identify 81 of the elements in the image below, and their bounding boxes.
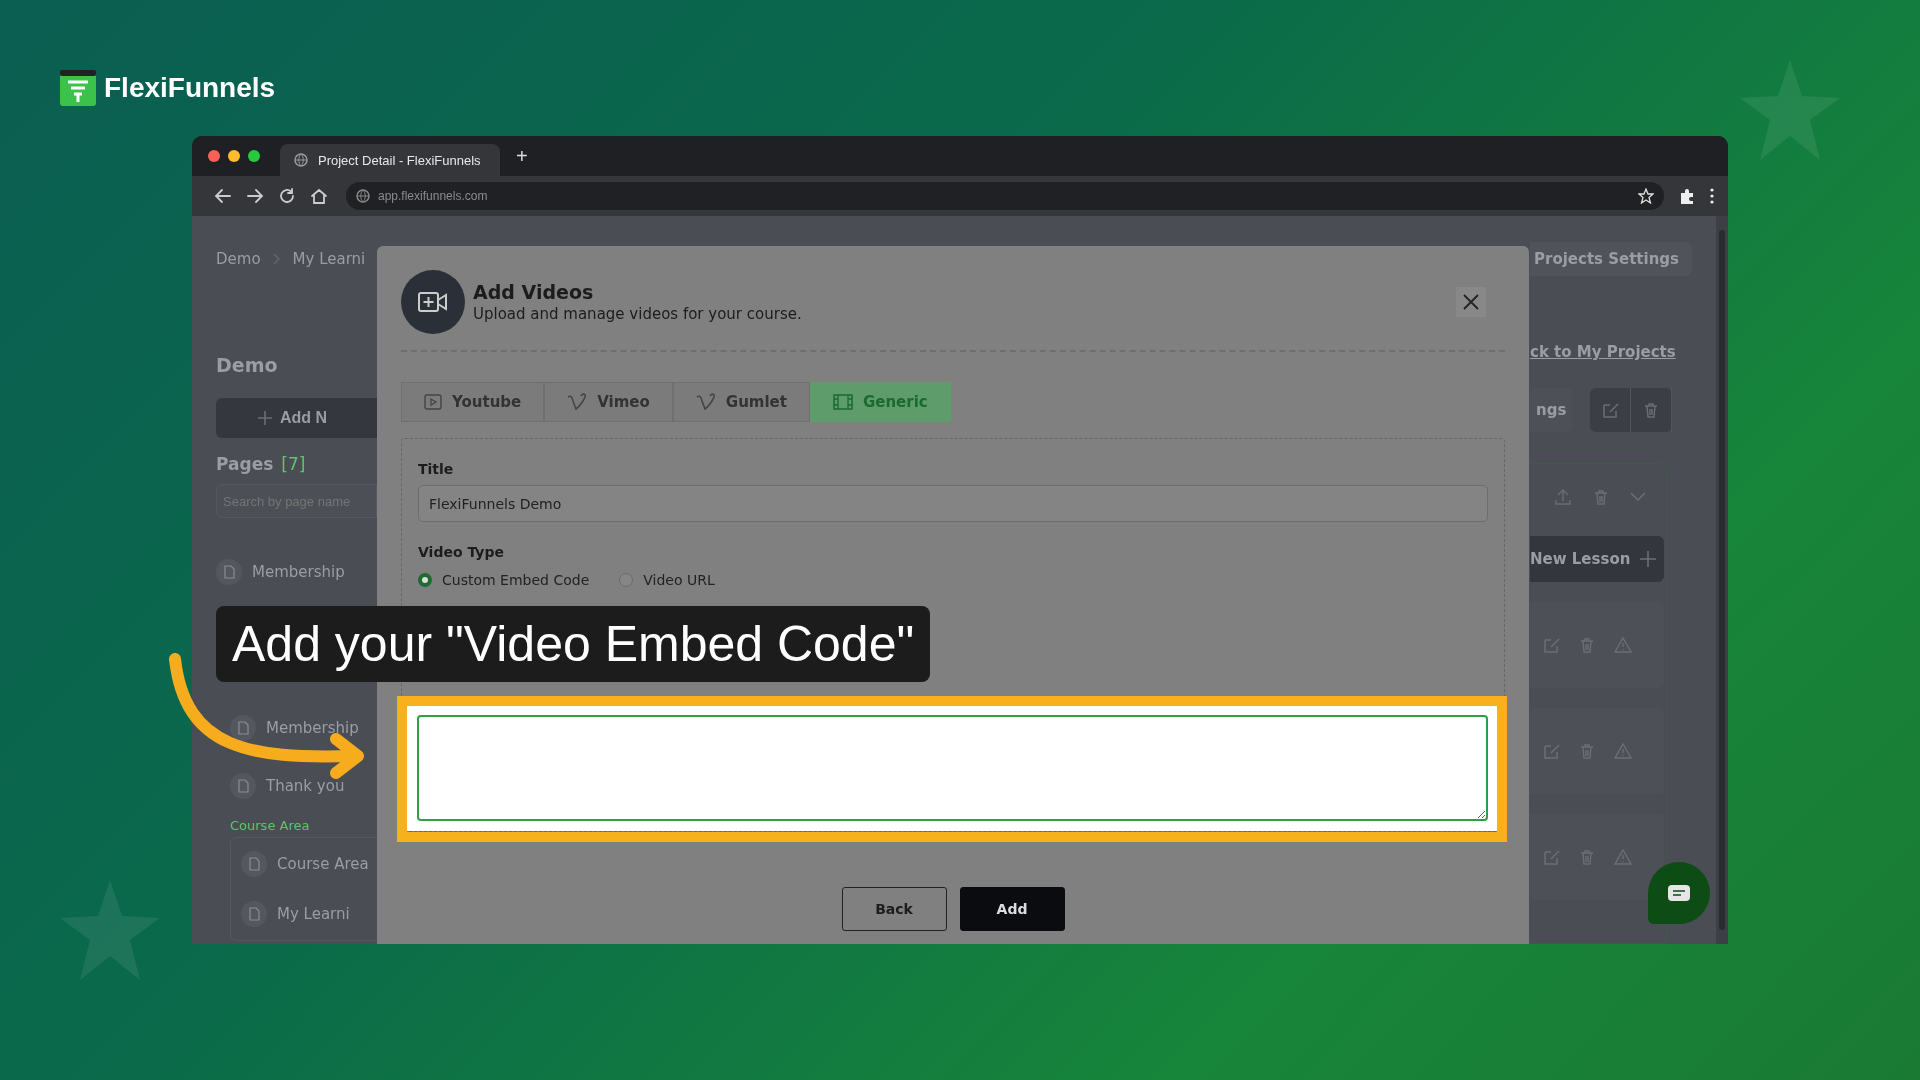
edit-icon[interactable] — [1542, 742, 1560, 760]
modal-subtitle: Upload and manage videos for your course. — [473, 305, 803, 323]
video-source-tab[interactable]: Generic — [809, 382, 951, 422]
minimize-dot[interactable] — [228, 150, 240, 162]
section-label: Course Area — [229, 818, 311, 833]
page-item[interactable]: Membership — [216, 708, 377, 748]
address-bar[interactable]: app.flexifunnels.com — [346, 182, 1664, 210]
chat-icon — [1668, 885, 1690, 901]
radio-option[interactable]: Video URL — [619, 572, 715, 588]
video-source-tab[interactable]: Vimeo — [544, 382, 673, 422]
film-icon — [832, 394, 853, 410]
reload-icon[interactable] — [278, 187, 296, 205]
trash-icon[interactable] — [1578, 636, 1596, 654]
url-text: app.flexifunnels.com — [378, 189, 489, 203]
add-button[interactable]: Add — [959, 887, 1065, 931]
new-tab-button[interactable]: + — [510, 143, 534, 169]
video-source-tab[interactable]: Youtube — [401, 382, 545, 422]
funnel-logo-icon — [58, 68, 98, 108]
puzzle-piece-icon[interactable] — [1678, 187, 1696, 205]
chevron-right-icon — [272, 253, 281, 265]
play-icon — [424, 394, 442, 410]
caption-banner: Add your "Video Embed Code" — [216, 606, 931, 682]
radio-button[interactable] — [619, 573, 634, 587]
maximize-dot[interactable] — [248, 150, 260, 162]
page-item[interactable]: Membership — [216, 552, 377, 592]
v-logo-icon — [567, 393, 588, 411]
page-icon — [246, 906, 262, 922]
brand-name: FlexiFunnels — [104, 72, 276, 104]
edit-icon[interactable] — [1542, 636, 1560, 654]
back-arrow-icon[interactable] — [214, 187, 232, 205]
trash-icon[interactable] — [1592, 488, 1610, 506]
settings-dropdown[interactable]: Projects Settings — [1530, 242, 1692, 276]
edit-icon[interactable] — [1542, 848, 1560, 866]
title-input[interactable]: FlexiFunnels Demo — [418, 485, 1488, 522]
new-lesson-button[interactable]: New Lesson — [1530, 536, 1664, 582]
pages-heading: Pages — [216, 454, 274, 474]
page-icon — [246, 856, 262, 872]
back-link[interactable]: ck to My Projects — [1530, 343, 1716, 361]
home-icon[interactable] — [310, 187, 328, 205]
globe-icon — [356, 189, 370, 203]
plus-icon — [1640, 551, 1657, 567]
chevron-down-icon[interactable] — [1630, 492, 1646, 502]
breadcrumb-link[interactable]: My Learni — [292, 250, 366, 268]
page-icon — [221, 564, 237, 580]
pages-count: [7] — [281, 454, 306, 474]
star-icon[interactable] — [1638, 188, 1654, 204]
menu-dots-icon[interactable] — [1710, 188, 1714, 204]
breadcrumb-link[interactable]: Demo — [216, 250, 261, 268]
field-label: Title — [418, 461, 455, 477]
page-item[interactable]: My Learni — [241, 894, 367, 934]
radio-label: Video URL — [643, 572, 715, 588]
v-logo-icon — [695, 393, 716, 411]
field-label: Video Type — [418, 544, 505, 560]
close-dot[interactable] — [208, 150, 220, 162]
warning-icon[interactable] — [1614, 636, 1632, 654]
browser-tab[interactable]: Project Detail - FlexiFunnels — [280, 144, 500, 176]
page-icon — [235, 778, 251, 794]
edit-icon[interactable] — [1601, 401, 1620, 419]
page-item[interactable]: Thank you — [216, 766, 377, 806]
embed-code-field[interactable] — [417, 715, 1488, 821]
close-icon — [1463, 294, 1479, 310]
project-title: Demo — [216, 354, 279, 376]
back-button[interactable]: Back — [841, 887, 947, 931]
scrollbar[interactable] — [1716, 216, 1728, 944]
upload-icon[interactable] — [1554, 488, 1572, 506]
globe-icon — [294, 153, 308, 167]
page-item[interactable]: Course Area — [241, 844, 367, 884]
modal-title: Add Videos — [473, 281, 595, 303]
add-page-button[interactable]: Add N — [216, 398, 377, 438]
close-button[interactable] — [1456, 287, 1486, 317]
trash-icon[interactable] — [1578, 742, 1596, 760]
trash-icon[interactable] — [1578, 848, 1596, 866]
video-source-tab[interactable]: Gumlet — [672, 382, 810, 422]
radio-button[interactable] — [418, 573, 432, 587]
tab-title: Project Detail - FlexiFunnels — [318, 152, 481, 168]
video-camera-icon — [418, 291, 448, 313]
warning-icon[interactable] — [1614, 742, 1632, 760]
plus-icon — [258, 411, 272, 425]
forward-arrow-icon[interactable] — [246, 187, 264, 205]
warning-icon[interactable] — [1614, 848, 1632, 866]
page-icon — [235, 720, 251, 736]
